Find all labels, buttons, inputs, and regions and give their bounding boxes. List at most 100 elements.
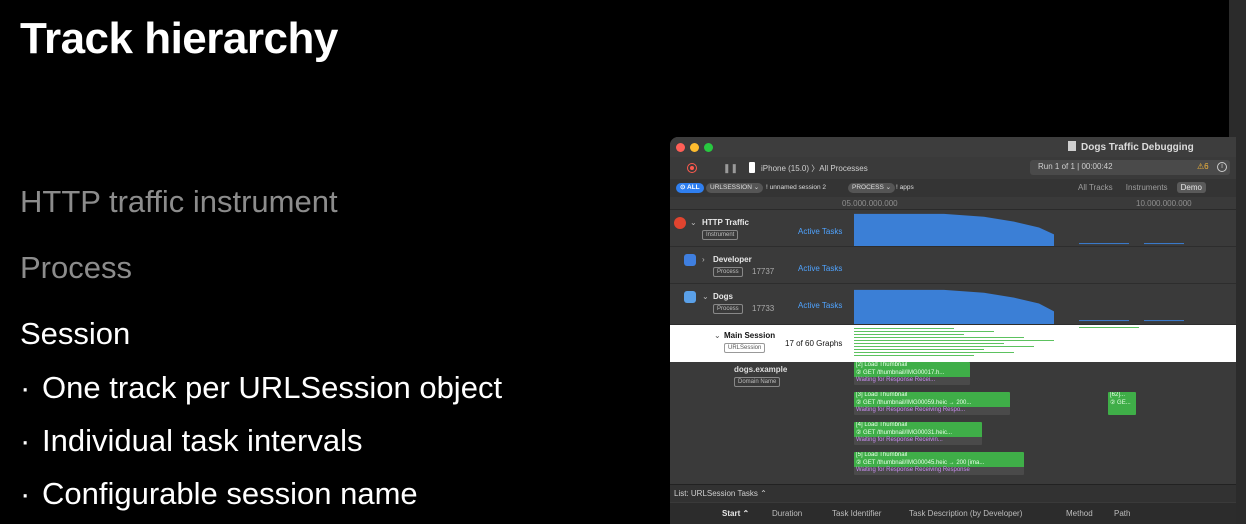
- session-name: Main Session: [724, 331, 776, 340]
- task-interval[interactable]: [5] Load Thumbnail ② GET /thumbnail/IMG0…: [854, 452, 1024, 475]
- toolbar: ❚❚ iPhone (15.0) 〉All Processes Run 1 of…: [670, 157, 1236, 179]
- filter-process-value: ! apps: [896, 184, 914, 191]
- developer-app-icon: [684, 254, 696, 266]
- column-duration[interactable]: Duration: [772, 509, 802, 518]
- warning-badge[interactable]: ⚠6: [1197, 162, 1209, 171]
- chevron-right-icon[interactable]: ›: [702, 255, 705, 264]
- bullet-text: Individual task intervals: [42, 423, 363, 458]
- task-interval[interactable]: [3] Load Thumbnail ② GET /thumbnail/IMG0…: [854, 392, 1010, 415]
- run-status: Run 1 of 1 | 00:00:42 ⚠6 i: [1030, 160, 1230, 175]
- track-type-badge: Process: [713, 304, 743, 314]
- task-request: ② GET /thumbnail/IMG00017.h...: [854, 369, 970, 377]
- detail-list-selector[interactable]: List: URLSession Tasks ⌃: [670, 484, 1236, 502]
- record-button[interactable]: [687, 163, 697, 173]
- task-phase: [1108, 407, 1136, 415]
- track-dogs[interactable]: ⌄ Dogs Process 17733 Active Tasks: [670, 284, 1236, 325]
- domain-type-badge: Domain Name: [734, 377, 781, 387]
- tab-all-tracks[interactable]: All Tracks: [1074, 182, 1117, 193]
- task-interval[interactable]: [2] Load Thumbnail ② GET /thumbnail/IMG0…: [854, 362, 970, 385]
- filter-process-token[interactable]: PROCESS ⌄: [848, 183, 896, 193]
- task-phase: Waiting for Response Receiving Respo...: [854, 407, 1010, 415]
- chevron-down-icon[interactable]: ⌄: [690, 218, 697, 227]
- bullet-dot-icon: ·: [20, 423, 31, 458]
- list-selector-label[interactable]: List: URLSession Tasks ⌃: [674, 489, 767, 498]
- column-label: Start: [722, 509, 741, 518]
- task-phase: Waiting for Response Recei...: [854, 377, 970, 385]
- ruler-label: 05.000.000.000: [842, 199, 898, 208]
- graph-count: 17 of 60 Graphs: [785, 339, 843, 348]
- column-task-identifier[interactable]: Task Identifier: [832, 509, 881, 518]
- tab-demo[interactable]: Demo: [1176, 182, 1206, 193]
- task-phase: Waiting for Response Receivin...: [854, 437, 982, 445]
- close-window-button[interactable]: [676, 143, 685, 152]
- bullet-item: · One track per URLSession object: [20, 370, 502, 406]
- track-area: ⌄ HTTP Traffic Instrument Active Tasks ›…: [670, 210, 1236, 484]
- session-track-highlight[interactable]: ⌄ Main Session URLSession 17 of 60 Graph…: [670, 325, 1236, 362]
- filter-bar[interactable]: ⊙ ALL URLSESSION ⌄ ! unnamed session 2 P…: [670, 179, 1236, 197]
- task-phase: Waiting for Response Receiving Response: [854, 467, 1024, 475]
- timeline-ruler[interactable]: 05.000.000.000 10.000.000.000: [670, 197, 1236, 210]
- dogs-app-icon: [684, 291, 696, 303]
- track-developer[interactable]: › Developer Process 17737 Active Tasks: [670, 247, 1236, 284]
- track-name: Dogs: [713, 292, 733, 301]
- filter-urlsession-token[interactable]: URLSESSION ⌄: [706, 183, 764, 193]
- minimize-window-button[interactable]: [690, 143, 699, 152]
- session-type-badge: URLSession: [724, 343, 766, 353]
- window-title: Dogs Traffic Debugging: [1068, 141, 1194, 153]
- document-icon: [1068, 141, 1076, 151]
- sort-ascending-icon: ⌃: [742, 509, 750, 518]
- filter-urlsession-value: ! unnamed session 2: [766, 184, 826, 191]
- track-name: Developer: [713, 255, 752, 264]
- instruments-window: Dogs Traffic Debugging ❚❚ iPhone (15.0) …: [670, 137, 1236, 524]
- track-http-traffic[interactable]: ⌄ HTTP Traffic Instrument Active Tasks: [670, 210, 1236, 247]
- bullet-dot-icon: ·: [20, 476, 31, 511]
- subtrack-label: Active Tasks: [798, 264, 843, 273]
- subtrack-label: Active Tasks: [798, 301, 843, 310]
- iphone-icon: [749, 162, 755, 173]
- process-id: 17733: [752, 304, 775, 313]
- track-type-badge: Process: [713, 267, 743, 277]
- track-type-badge: Instrument: [702, 230, 739, 240]
- window-title-text: Dogs Traffic Debugging: [1081, 142, 1194, 153]
- bullet-text: One track per URLSession object: [42, 370, 503, 405]
- info-icon[interactable]: i: [1217, 162, 1227, 172]
- run-label: Run 1 of 1 | 00:00:42: [1038, 162, 1113, 171]
- task-title: [4] Load Thumbnail: [854, 422, 982, 430]
- subtrack-label: Active Tasks: [798, 227, 843, 236]
- warning-count: 6: [1204, 162, 1209, 171]
- task-title: [2] Load Thumbnail: [854, 362, 970, 370]
- bullet-dot-icon: ·: [20, 370, 31, 405]
- level-session: Session: [20, 316, 131, 351]
- bullet-text: Configurable session name: [42, 476, 418, 511]
- process-id: 17737: [752, 267, 775, 276]
- chevron-down-icon[interactable]: ⌄: [702, 292, 709, 301]
- column-path[interactable]: Path: [1114, 509, 1130, 518]
- zoom-window-button[interactable]: [704, 143, 713, 152]
- target-selector[interactable]: iPhone (15.0) 〉All Processes: [761, 163, 868, 174]
- task-request: ② GE...: [1108, 399, 1136, 407]
- task-request: ② GET /thumbnail/IMG00059.heic → 200...: [854, 399, 1010, 407]
- task-title: [3] Load Thumbnail: [854, 392, 1010, 400]
- level-instrument: HTTP traffic instrument: [20, 184, 338, 219]
- filter-all-pill[interactable]: ⊙ ALL: [676, 183, 704, 193]
- activity-graph: [854, 213, 1184, 246]
- filter-all-label: ALL: [687, 184, 700, 191]
- column-method[interactable]: Method: [1066, 509, 1093, 518]
- task-request: ② GET /thumbnail/IMG00031.heic...: [854, 429, 982, 437]
- bullet-item: · Configurable session name: [20, 476, 418, 512]
- table-header: Start ⌃ Duration Task Identifier Task De…: [670, 503, 1236, 524]
- chevron-down-icon[interactable]: ⌄: [714, 331, 721, 340]
- level-process: Process: [20, 250, 132, 285]
- column-start[interactable]: Start ⌃: [722, 509, 749, 518]
- bullet-item: · Individual task intervals: [20, 423, 363, 459]
- view-tabs: All Tracks Instruments Demo: [1074, 182, 1209, 193]
- pause-icon[interactable]: ❚❚: [723, 163, 738, 174]
- task-interval[interactable]: [4] Load Thumbnail ② GET /thumbnail/IMG0…: [854, 422, 982, 445]
- session-task-lanes: [854, 327, 1139, 356]
- column-task-description[interactable]: Task Description (by Developer): [909, 509, 1022, 518]
- task-request: ② GET /thumbnail/IMG00045.heic → 200 [im…: [854, 459, 1024, 467]
- task-title: [62]...: [1108, 392, 1136, 400]
- task-interval[interactable]: [62]... ② GE...: [1108, 392, 1136, 415]
- ruler-label: 10.000.000.000: [1136, 199, 1192, 208]
- tab-instruments[interactable]: Instruments: [1122, 182, 1172, 193]
